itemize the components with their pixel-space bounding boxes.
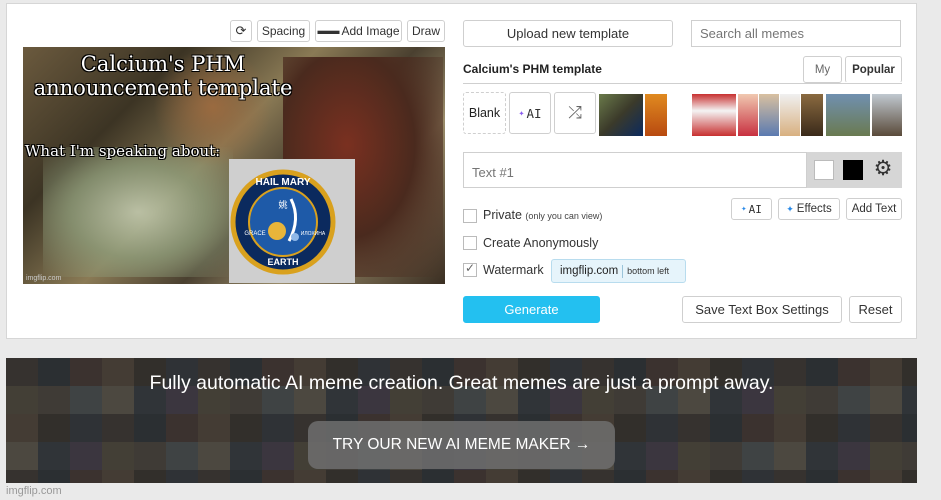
meme-caption-title-2: announcement template (33, 76, 293, 100)
watermark-setting[interactable]: imgflip.com bottom left (551, 259, 686, 283)
template-thumb-current[interactable] (599, 94, 643, 136)
generate-button[interactable]: Generate (463, 296, 600, 323)
add-image-button[interactable]: ▬▬ Add Image (315, 20, 402, 42)
rotate-button[interactable]: ⟳ (230, 20, 252, 42)
add-text-button[interactable]: Add Text (846, 198, 902, 220)
patch-bottom-text: EARTH (268, 257, 299, 267)
text-box-1-input[interactable] (463, 152, 807, 188)
anonymous-checkbox[interactable] (463, 236, 477, 250)
draw-button[interactable]: Draw (407, 20, 445, 42)
random-template-button[interactable]: ⤮ (554, 92, 596, 134)
patch-top-text: HAIL MARY (256, 177, 311, 188)
gear-icon[interactable]: ⚙ (871, 157, 895, 181)
anonymous-label: Create Anonymously (483, 236, 599, 250)
sparkle-icon: ✦ (786, 203, 794, 214)
meme-caption-subtitle: What I'm speaking about: (25, 142, 221, 160)
ai-template-button[interactable]: ✦ AI (509, 92, 551, 134)
ai-meme-maker-banner[interactable]: Fully automatic AI meme creation. Great … (6, 358, 917, 483)
watermark-label: Watermark (483, 263, 544, 277)
blank-template-button[interactable]: Blank (463, 92, 506, 134)
template-thumb-7[interactable] (801, 94, 823, 136)
template-thumb-2[interactable] (645, 94, 667, 136)
save-text-settings-button[interactable]: Save Text Box Settings (682, 296, 842, 323)
glasses-icon: ▬▬ (317, 25, 340, 37)
upload-template-button[interactable]: Upload new template (463, 20, 673, 47)
template-thumb-9[interactable] (872, 94, 902, 136)
search-memes-input[interactable] (691, 20, 901, 47)
template-thumb-6[interactable] (780, 94, 800, 136)
template-thumb-5[interactable] (759, 94, 779, 136)
patch-symbol: 姚 (278, 199, 287, 211)
template-thumb-4[interactable] (738, 94, 758, 136)
spacing-button[interactable]: Spacing (257, 20, 310, 42)
shuffle-icon: ⤮ (568, 103, 582, 122)
meme-generator-card: ⟳ Spacing ▬▬ Add Image Draw Calcium's PH… (6, 3, 917, 339)
reset-button[interactable]: Reset (849, 296, 902, 323)
meme-watermark: imgflip.com (26, 275, 62, 282)
footer-watermark: imgflip.com (6, 485, 62, 497)
patch-right-text: ИЛОХИНА (301, 231, 326, 237)
banner-headline: Fully automatic AI meme creation. Great … (149, 372, 774, 394)
tab-my[interactable]: My (803, 56, 842, 83)
text-color-white-swatch[interactable] (814, 160, 834, 180)
sparkle-icon: ✦ (741, 204, 747, 214)
meme-canvas[interactable]: Calcium's PHM announcement template What… (23, 47, 445, 284)
tab-divider (463, 83, 902, 84)
patch-left-text: GRACE (244, 231, 265, 237)
check-icon: ✓ (465, 261, 476, 275)
ai-text-button[interactable]: ✦ AI (731, 198, 772, 220)
template-thumb-8[interactable] (826, 94, 870, 136)
template-thumb-3[interactable] (692, 94, 736, 136)
template-title: Calcium's PHM template (463, 62, 602, 76)
sparkle-icon: ✦ (518, 107, 525, 119)
outline-color-black-swatch[interactable] (843, 160, 863, 180)
private-label: Private (only you can view) (483, 208, 603, 222)
ai-meme-maker-cta[interactable]: TRY OUR NEW AI MEME MAKER → (308, 421, 615, 469)
rotate-icon: ⟳ (235, 23, 247, 38)
effects-button[interactable]: ✦ Effects (778, 198, 840, 220)
meme-caption-title-1: Calcium's PHM (80, 52, 246, 76)
mission-patch-image: HAIL MARY 姚 GRACE ИЛОХИНА EARTH (229, 159, 355, 283)
tab-popular[interactable]: Popular (845, 56, 902, 83)
private-checkbox[interactable] (463, 209, 477, 223)
watermark-checkbox[interactable]: ✓ (463, 261, 477, 277)
